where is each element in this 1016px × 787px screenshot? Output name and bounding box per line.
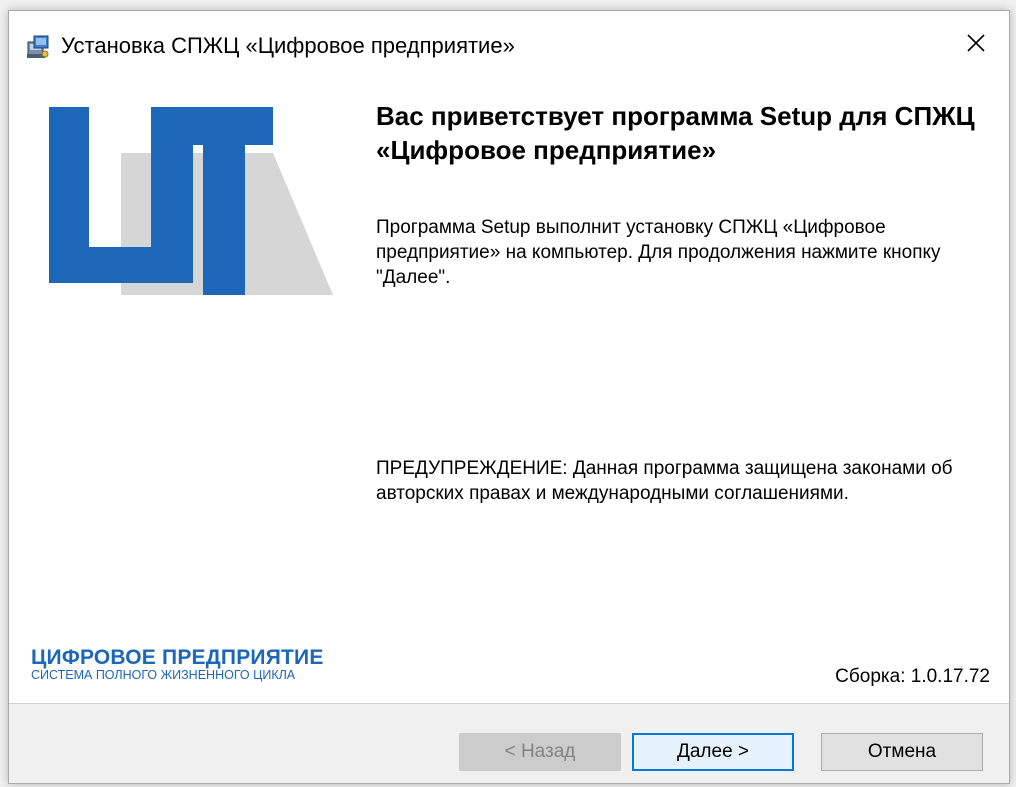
window-title: Установка СПЖЦ «Цифровое предприятие» — [61, 33, 515, 58]
title-bar: Установка СПЖЦ «Цифровое предприятие» — [9, 11, 1009, 75]
welcome-intro-text: Программа Setup выполнит установку СПЖЦ … — [376, 217, 941, 288]
back-button[interactable]: < Назад — [459, 733, 621, 771]
close-button[interactable] — [943, 11, 1009, 75]
welcome-heading: Вас приветствует программа Setup для СПЖ… — [376, 101, 975, 165]
company-logo-icon — [33, 107, 333, 307]
brand-name: ЦИФРОВОЕ ПРЕДПРИЯТИЕ — [31, 646, 324, 669]
brand-subtitle: СИСТЕМА ПОЛНОГО ЖИЗНЕННОГО ЦИКЛА — [31, 668, 296, 682]
installer-window: Установка СПЖЦ «Цифровое предприятие» Ва… — [8, 10, 1010, 784]
cancel-button[interactable]: Отмена — [821, 733, 983, 771]
next-button[interactable]: Далее > — [632, 733, 794, 771]
copyright-warning-text: ПРЕДУПРЕЖДЕНИЕ: Данная программа защищен… — [376, 458, 953, 504]
close-icon — [967, 34, 985, 52]
brand-logo: ЦИФРОВОЕ ПРЕДПРИЯТИЕ СИСТЕМА ПОЛНОГО ЖИЗ… — [31, 647, 324, 682]
build-version: Сборка: 1.0.17.72 — [835, 666, 990, 687]
button-bar: < Назад Далее > Отмена — [9, 703, 1009, 783]
installer-icon — [25, 34, 51, 60]
